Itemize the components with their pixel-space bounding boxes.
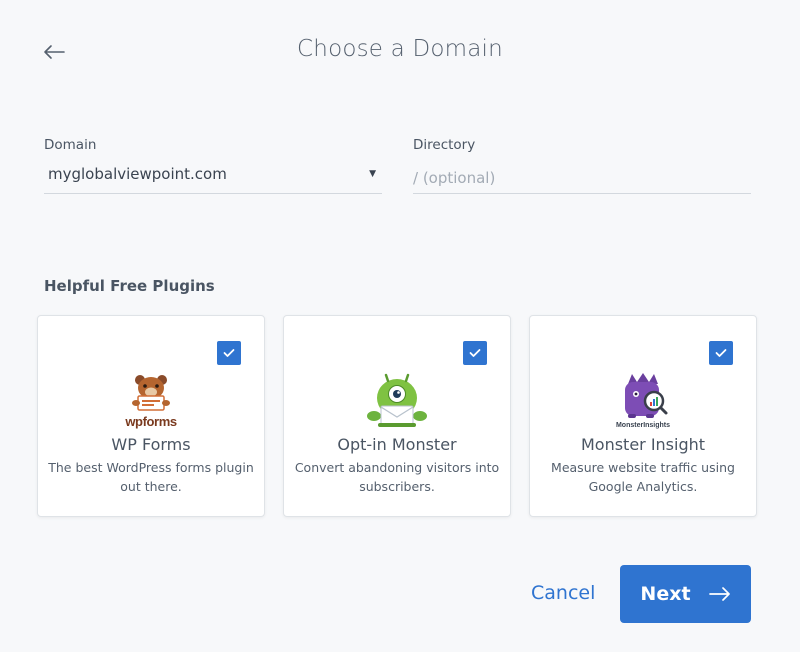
monsterinsights-logo-icon: MonsterInsights: [616, 373, 670, 429]
caret-down-icon: ▼: [369, 169, 376, 179]
directory-input-wrapper: [413, 164, 751, 194]
directory-field: Directory: [413, 137, 751, 194]
domain-field: Domain myglobalviewpoint.com ▼: [44, 137, 382, 194]
plugin-checkbox-wpforms[interactable]: [217, 341, 241, 365]
plugin-title: WP Forms: [111, 435, 191, 454]
plugin-checkbox-monsterinsights[interactable]: [709, 341, 733, 365]
next-button-label: Next: [640, 583, 691, 605]
plugin-description: Measure website traffic using Google Ana…: [551, 460, 735, 494]
plugin-card-wpforms[interactable]: wpforms WP Forms The best WordPress form…: [37, 315, 265, 517]
arrow-right-icon: [708, 587, 730, 601]
domain-label: Domain: [44, 137, 97, 153]
plugin-title: Monster Insight: [580, 435, 706, 454]
directory-label: Directory: [413, 137, 476, 153]
domain-select-value: myglobalviewpoint.com: [48, 165, 227, 183]
wpforms-logo-text: wpforms: [124, 414, 177, 429]
checkmark-icon: [715, 349, 727, 357]
wpforms-bear-logo-icon: wpforms: [124, 375, 177, 429]
checkmark-icon: [469, 349, 481, 357]
cancel-button[interactable]: Cancel: [531, 582, 595, 604]
checkmark-icon: [223, 349, 235, 357]
plugin-description: Convert abandoning visitors into subscri…: [294, 460, 500, 494]
plugin-title: Opt-in Monster: [337, 435, 457, 454]
directory-input[interactable]: [413, 164, 751, 192]
plugin-card-optinmonster[interactable]: Opt-in Monster Convert abandoning visito…: [283, 315, 511, 517]
next-button[interactable]: Next: [620, 565, 751, 623]
domain-select[interactable]: myglobalviewpoint.com ▼: [44, 164, 382, 194]
page-title: Choose a Domain: [297, 36, 503, 62]
monsterinsights-logo-text: MonsterInsights: [616, 422, 670, 429]
optinmonster-logo-icon: [367, 373, 427, 427]
plugins-heading: Helpful Free Plugins: [44, 277, 215, 295]
plugin-description: The best WordPress forms plugin out ther…: [48, 460, 254, 494]
plugin-card-monsterinsights[interactable]: MonsterInsights Monster Insight Measure …: [529, 315, 757, 517]
plugin-checkbox-optinmonster[interactable]: [463, 341, 487, 365]
